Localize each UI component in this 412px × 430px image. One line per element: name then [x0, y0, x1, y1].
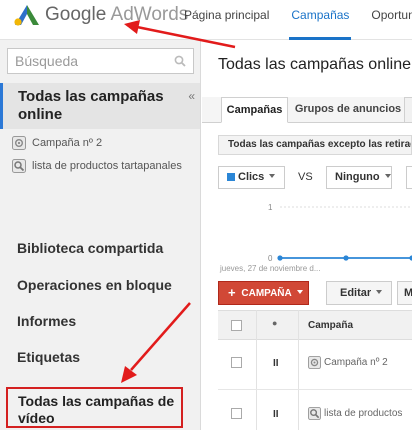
chart-marks [277, 255, 412, 261]
metric-extra-dropdown[interactable] [406, 166, 412, 189]
table-row[interactable]: II lista de productos [218, 390, 412, 430]
sidebar-item-bulk-operations[interactable]: Operaciones en bloque [17, 277, 172, 293]
performance-chart: 10 jueves, 27 de noviembre d... [219, 203, 412, 273]
tree-item-campaign[interactable]: Campaña nº 2 [12, 136, 102, 150]
campaign-icon [12, 136, 26, 150]
add-campaign-label: CAMPAÑA [241, 288, 292, 299]
sidebar-item-reports[interactable]: Informes [17, 313, 76, 329]
tree-item-label: Campaña nº 2 [32, 137, 103, 149]
search-input[interactable] [8, 49, 168, 73]
add-campaign-button[interactable]: + CAMPAÑA [218, 281, 309, 305]
shopping-campaign-icon [12, 159, 26, 173]
tree-header-label: Todas las campañas online [18, 88, 164, 123]
metric-primary-dropdown[interactable]: Clics [218, 166, 285, 189]
sidebar-item-labels[interactable]: Etiquetas [17, 349, 80, 365]
table-row[interactable]: II Campaña nº 2 [218, 340, 412, 390]
tree-item-label: lista de productos tartapanales [32, 160, 182, 172]
tab-campanas[interactable]: Campañas [289, 0, 352, 40]
campaign-column-header[interactable]: Campaña [308, 320, 353, 331]
chevron-down-icon [296, 290, 303, 294]
page-title: Todas las campañas online [218, 56, 412, 73]
select-all-checkbox[interactable] [231, 320, 242, 331]
sidebar: Todas las campañas online « Campaña nº 2… [0, 40, 201, 430]
top-nav: Página principal Campañas Oportunida [184, 0, 412, 40]
y-tick-label: 1 [268, 203, 273, 212]
shopping-campaign-icon [308, 407, 321, 420]
row-checkbox[interactable] [231, 408, 242, 419]
adwords-logo-icon [14, 5, 39, 26]
sidebar-item-shared-library[interactable]: Biblioteca compartida [17, 240, 163, 256]
row-campaign-label: lista de productos [324, 408, 403, 419]
tab-oportunidades[interactable]: Oportunida [371, 0, 412, 40]
plus-icon: + [228, 285, 236, 300]
status-column-header[interactable]: ● [272, 318, 277, 328]
campaign-icon [308, 356, 321, 369]
row-campaign-name[interactable]: Campaña nº 2 [308, 356, 388, 369]
series-color-swatch [227, 173, 235, 181]
main-panel: Todas las campañas online Campañas Grupo… [202, 40, 412, 430]
chart-x-label: jueves, 27 de noviembre d... [219, 264, 321, 273]
chevron-down-icon [376, 290, 383, 294]
edit-button[interactable]: Editar [326, 281, 392, 305]
video-campaigns-label: Todas las campañas de vídeo [18, 393, 175, 426]
metric-secondary-dropdown[interactable]: Ninguno [326, 166, 392, 189]
row-checkbox[interactable] [231, 357, 242, 368]
chevron-down-icon [269, 174, 276, 178]
adwords-screen: Google AdWords Página principal Campañas… [0, 0, 412, 430]
pause-status-icon[interactable]: II [273, 409, 279, 420]
tab-next[interactable] [404, 97, 412, 123]
data-point[interactable] [277, 255, 283, 261]
brand-wordmark[interactable]: Google AdWords [45, 5, 188, 25]
y-tick-label: 0 [268, 254, 273, 263]
metric-primary-label: Clics [238, 171, 265, 183]
search-icon[interactable] [174, 55, 186, 67]
edit-label: Editar [340, 287, 372, 299]
tab-pagina-principal[interactable]: Página principal [184, 0, 269, 40]
main-tabs: Campañas Grupos de anuncios [202, 97, 412, 123]
tree-all-online-campaigns[interactable]: Todas las campañas online « [0, 83, 200, 129]
sidebar-item-video-campaigns[interactable]: Todas las campañas de vídeo [6, 387, 183, 428]
more-button[interactable]: M [397, 281, 412, 305]
campaigns-table: ● Campaña II Campaña nº 2 II lista de pr… [218, 310, 412, 430]
chevron-down-icon [384, 174, 391, 178]
brand-google: Google [45, 4, 107, 25]
brand-product: AdWords [110, 4, 189, 25]
metric-secondary-label: Ninguno [335, 171, 380, 183]
tab-ad-groups[interactable]: Grupos de anuncios [292, 97, 404, 123]
metric-vs-label: VS [298, 171, 313, 183]
sidebar-search [7, 48, 194, 74]
tree-item-shopping[interactable]: lista de productos tartapanales [12, 159, 182, 173]
campaign-filter-dropdown[interactable]: Todas las campañas excepto las retirada [218, 135, 412, 155]
chart-grid: 10 [268, 203, 412, 263]
collapse-sidebar-icon[interactable]: « [188, 89, 195, 103]
pause-status-icon[interactable]: II [273, 358, 279, 369]
data-point[interactable] [343, 255, 349, 261]
tab-campaigns[interactable]: Campañas [221, 97, 288, 123]
table-header: ● Campaña [218, 310, 412, 340]
top-bar: Google AdWords Página principal Campañas… [0, 0, 412, 40]
row-campaign-name[interactable]: lista de productos [308, 407, 402, 420]
row-campaign-label: Campaña nº 2 [324, 357, 388, 368]
